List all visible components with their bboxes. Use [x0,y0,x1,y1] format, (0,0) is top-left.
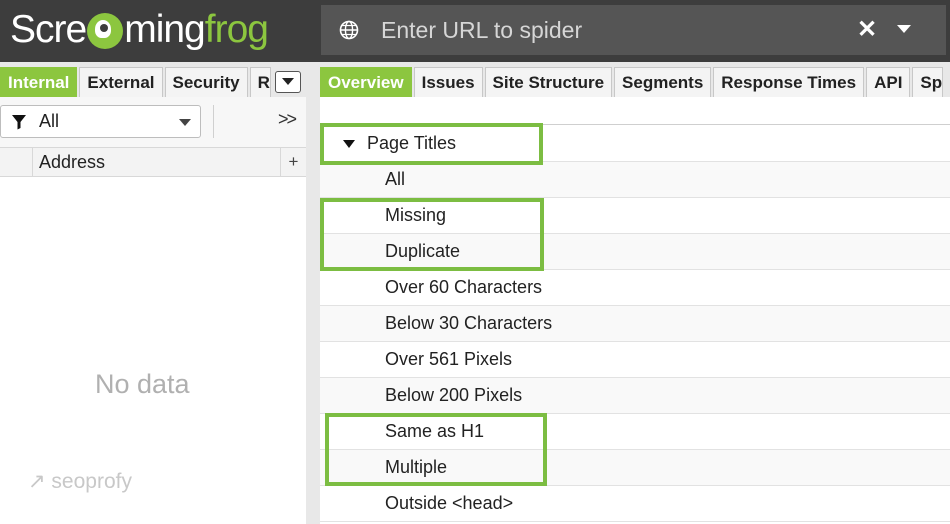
tab-spelling[interactable]: Sp [912,67,944,97]
tree-item-over-60-characters[interactable]: Over 60 Characters [320,270,950,306]
tree-item-label: Duplicate [385,241,461,261]
left-tab-bar: Internal External Security R [0,62,306,97]
tree-item-below-30-characters[interactable]: Below 30 Characters [320,306,950,342]
tree-item-over-561-pixels[interactable]: Over 561 Pixels [320,342,950,378]
chevron-down-icon [179,119,191,126]
logo-text-end: frog [204,8,269,51]
row-number-column [0,148,33,177]
collapse-triangle-icon[interactable] [343,140,355,148]
tree-item-multiple[interactable]: Multiple [320,450,950,486]
tree-item-label: Over 561 Pixels [385,349,513,369]
tabs-overflow-dropdown[interactable] [274,71,301,93]
filter-value: All [39,111,60,131]
tree-item-label: Over 60 Characters [385,277,543,297]
globe-icon [339,20,359,40]
tree-item-label: Missing [385,205,447,225]
logo-text-start: Scre [10,8,87,51]
expand-icon[interactable]: >> [278,109,297,130]
tab-external[interactable]: External [79,67,163,97]
url-bar: ✕ [321,5,946,55]
tab-internal[interactable]: Internal [0,67,78,97]
tab-security[interactable]: Security [164,67,248,97]
screaming-frog-logo: Scre ming frog [10,6,269,54]
chevron-down-icon[interactable] [897,25,911,33]
tree-item-label: Outside <head> [385,493,514,513]
tree-item-all[interactable]: All [320,162,950,198]
filter-dropdown[interactable]: All [0,105,201,138]
tree-item-label: Below 200 Pixels [385,385,523,405]
tab-site-structure[interactable]: Site Structure [484,67,613,97]
tab-response-times[interactable]: Response Times [713,67,865,97]
tree-item-outside-head[interactable]: Outside <head> [320,486,950,522]
tree-item-same-as-h1[interactable]: Same as H1 [320,414,950,450]
filter-icon [12,115,26,130]
tab-issues[interactable]: Issues [413,67,483,97]
logo-text-middle: ming [124,8,206,51]
url-input[interactable] [381,5,841,55]
tab-response-codes[interactable]: R [249,67,271,97]
overview-panel: Page Titles All Missing Duplicate Over 6… [320,97,950,524]
tree-item-missing[interactable]: Missing [320,198,950,234]
tree-item-duplicate[interactable]: Duplicate [320,234,950,270]
overview-header-strip [320,97,950,125]
tree-item-label: Below 30 Characters [385,313,553,333]
frog-logo-icon [87,13,124,49]
address-column-header[interactable]: Address [39,152,105,173]
tree-item-label: Same as H1 [385,421,485,441]
tab-segments[interactable]: Segments [614,67,712,97]
tree-section-label: Page Titles [367,133,457,153]
toolbar-divider [213,105,214,138]
tree-item-label: Multiple [385,457,448,477]
empty-state: No data [95,369,190,399]
left-panel: All >> Address + No data ↗ seoprofy [0,97,306,524]
tree-item-below-200-pixels[interactable]: Below 200 Pixels [320,378,950,414]
add-column-button[interactable]: + [280,148,306,177]
panel-splitter[interactable] [306,62,320,524]
filter-toolbar: All >> [0,97,306,147]
right-tab-bar: Overview Issues Site Structure Segments … [320,62,950,97]
tree-section-page-titles[interactable]: Page Titles [320,126,950,162]
table-header: Address + [0,147,306,177]
tab-api[interactable]: API [866,67,911,97]
tab-overview[interactable]: Overview [320,67,412,97]
watermark: ↗ seoprofy [28,470,132,493]
close-icon[interactable]: ✕ [855,17,879,43]
app-header: Scre ming frog ✕ [0,0,950,62]
tree-item-label: All [385,169,406,189]
